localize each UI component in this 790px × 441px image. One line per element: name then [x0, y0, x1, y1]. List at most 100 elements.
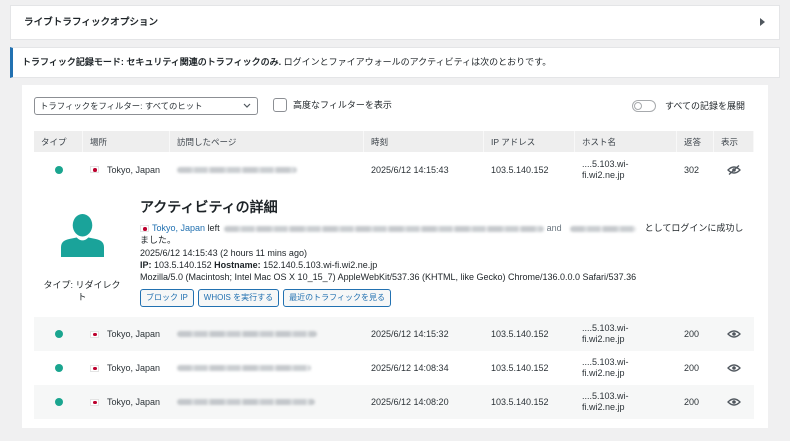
activity-network-info: IP: 103.5.140.152 Hostname: 152.140.5.10…	[140, 259, 748, 271]
and-word: and	[546, 223, 562, 233]
time-cell: 2025/6/12 14:15:43	[364, 152, 484, 187]
location-cell: Tokyo, Japan	[83, 152, 170, 187]
response-code: 200	[684, 397, 700, 407]
table-header: タイプ 場所 訪問したページ 時刻 IP アドレス ホスト名 返答 表示	[34, 131, 754, 152]
visited-page-cell	[170, 385, 364, 419]
expand-all-toggle[interactable]	[632, 100, 656, 112]
visited-page-link[interactable]	[177, 365, 311, 371]
status-dot-icon	[54, 398, 63, 406]
block-ip-button[interactable]: ブロック IP	[140, 289, 194, 307]
run-whois-button[interactable]: WHOIS を実行する	[197, 289, 280, 307]
japan-flag-icon	[90, 330, 99, 338]
eye-icon[interactable]	[727, 329, 741, 339]
location-text: Tokyo, Japan	[107, 329, 161, 339]
time-text: 2025/6/12 14:15:32	[371, 329, 449, 339]
header-time: 時刻	[364, 131, 484, 152]
hostname-cell: ....5.103.wi-fi.wi2.ne.jp	[575, 152, 677, 187]
ip-cell: 103.5.140.152	[484, 351, 575, 385]
eye-icon[interactable]	[727, 397, 741, 407]
header-ip: IP アドレス	[484, 131, 575, 152]
visited-page-link[interactable]	[177, 331, 317, 337]
location-cell: Tokyo, Japan	[83, 385, 170, 419]
time-cell: 2025/6/12 14:15:32	[364, 317, 484, 351]
table-row[interactable]: Tokyo, Japan 2025/6/12 14:15:32 103.5.14…	[34, 317, 754, 351]
time-cell: 2025/6/12 14:08:34	[364, 351, 484, 385]
response-cell: 200	[677, 317, 714, 351]
response-cell: 200	[677, 385, 714, 419]
eye-slash-icon[interactable]	[727, 164, 741, 175]
hostname-text: ....5.103.wi-fi.wi2.ne.jp	[582, 357, 629, 378]
view-cell	[714, 351, 754, 385]
time-text: 2025/6/12 14:08:34	[371, 363, 449, 373]
username-text	[570, 225, 637, 232]
activity-detail-title: アクティビティの詳細	[140, 199, 278, 215]
caret-right-icon[interactable]	[760, 18, 765, 26]
chevron-down-icon	[243, 103, 251, 108]
header-hostname: ホスト名	[575, 131, 677, 152]
visited-page-cell	[170, 152, 364, 187]
header-location: 場所	[83, 131, 170, 152]
advanced-filters-label[interactable]: 高度なフィルターを表示	[293, 98, 392, 112]
hostname-cell: ....5.103.wi-fi.wi2.ne.jp	[575, 317, 677, 351]
hostname-text: ....5.103.wi-fi.wi2.ne.jp	[582, 158, 629, 180]
status-dot-icon	[54, 364, 63, 372]
live-traffic-options-panel[interactable]: ライブトラフィックオプション	[10, 5, 780, 40]
advanced-filters-checkbox[interactable]	[273, 98, 287, 112]
time-cell: 2025/6/12 14:08:20	[364, 385, 484, 419]
japan-flag-icon	[90, 364, 99, 372]
type-cell	[34, 317, 83, 351]
expand-all-label[interactable]: すべての記録を展開	[665, 99, 745, 113]
left-word: left	[207, 223, 220, 233]
response-code: 200	[684, 329, 700, 339]
time-text: 2025/6/12 14:15:43	[371, 164, 449, 175]
ip-label: IP:	[140, 259, 152, 270]
ip-text: 103.5.140.152	[491, 164, 549, 175]
activity-type-label: タイプ: リダイレクト	[43, 280, 121, 302]
view-cell	[714, 152, 754, 187]
location-text: Tokyo, Japan	[107, 363, 161, 373]
ip-value: 103.5.140.152	[154, 259, 212, 270]
activity-timestamp: 2025/6/12 14:15:43 (2 hours 11 mins ago)	[140, 247, 307, 258]
ip-text: 103.5.140.152	[491, 363, 549, 373]
traffic-mode-notice: トラフィック記録モード: セキュリティ関連のトラフィックのみ. ログインとファイ…	[10, 47, 780, 78]
location-text: Tokyo, Japan	[107, 164, 161, 175]
visited-page-link[interactable]	[177, 399, 315, 405]
location-text: Tokyo, Japan	[107, 397, 161, 407]
japan-flag-icon	[90, 398, 99, 406]
ip-text: 103.5.140.152	[491, 397, 549, 407]
visited-page-link[interactable]	[177, 166, 297, 173]
visited-page-cell	[170, 317, 364, 351]
table-row[interactable]: Tokyo, Japan 2025/6/12 14:08:34 103.5.14…	[34, 351, 754, 385]
type-cell	[34, 351, 83, 385]
status-dot-icon	[54, 165, 63, 174]
live-traffic-options-title[interactable]: ライブトラフィックオプション	[24, 6, 158, 39]
location-cell: Tokyo, Japan	[83, 351, 170, 385]
location-link[interactable]: Tokyo, Japan	[152, 223, 205, 233]
traffic-filter-value: トラフィックをフィルター: すべてのヒット	[40, 101, 203, 111]
activity-detail: タイプ: リダイレクト アクティビティの詳細 Tokyo, Japan left…	[34, 187, 754, 317]
traffic-table: タイプ 場所 訪問したページ 時刻 IP アドレス ホスト名 返答 表示 Tok…	[34, 131, 754, 419]
view-cell	[714, 317, 754, 351]
response-cell: 200	[677, 351, 714, 385]
hostname-text: ....5.103.wi-fi.wi2.ne.jp	[582, 391, 629, 412]
ip-text: 103.5.140.152	[491, 329, 549, 339]
toggle-knob	[634, 102, 642, 110]
status-dot-icon	[54, 330, 63, 338]
table-row[interactable]: Tokyo, Japan 2025/6/12 14:15:43 103.5.14…	[34, 152, 754, 187]
japan-flag-icon	[90, 166, 99, 173]
activity-summary: Tokyo, Japan left and としてログインに成功しました。	[140, 222, 748, 247]
recent-traffic-button[interactable]: 最近のトラフィックを見る	[283, 289, 391, 307]
hostname-cell: ....5.103.wi-fi.wi2.ne.jp	[575, 351, 677, 385]
hostname-value: 152.140.5.103.wi-fi.wi2.ne.jp	[263, 259, 378, 270]
eye-icon[interactable]	[727, 363, 741, 373]
view-cell	[714, 385, 754, 419]
ip-cell: 103.5.140.152	[484, 317, 575, 351]
activity-detail-text: Tokyo, Japan left and としてログインに成功しました。 20…	[140, 222, 748, 283]
traffic-filter-select[interactable]: トラフィックをフィルター: すべてのヒット	[34, 97, 258, 115]
visited-url-link[interactable]	[224, 225, 545, 232]
header-type: タイプ	[34, 131, 83, 152]
hostname-cell: ....5.103.wi-fi.wi2.ne.jp	[575, 385, 677, 419]
table-row[interactable]: Tokyo, Japan 2025/6/12 14:08:20 103.5.14…	[34, 385, 754, 419]
user-agent-text: Mozilla/5.0 (Macintosh; Intel Mac OS X 1…	[140, 272, 637, 283]
ip-cell: 103.5.140.152	[484, 152, 575, 187]
